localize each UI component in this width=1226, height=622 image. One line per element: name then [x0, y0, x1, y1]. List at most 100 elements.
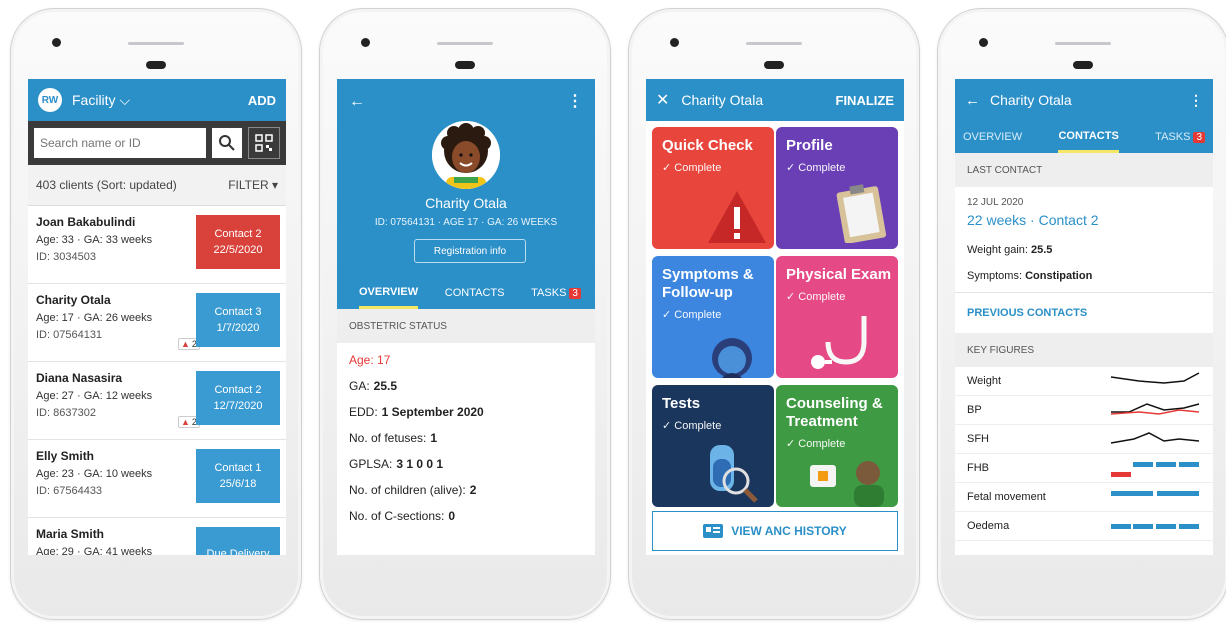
- tile-status: ✓ Complete: [662, 420, 722, 432]
- row-value: 2: [469, 483, 477, 497]
- speaker: [128, 42, 184, 45]
- figure-row-fetal-movement[interactable]: Fetal movement: [955, 483, 1213, 512]
- phone-frame-1: RW Facility ⌵ ADD 403 clients (Sort: upd…: [10, 8, 302, 620]
- row-value: 1 September 2020: [381, 405, 484, 419]
- client-row[interactable]: Diana Nasasira Age: 27 · GA: 12 weeks ID…: [28, 362, 286, 440]
- weight-label: Weight gain:: [967, 244, 1028, 256]
- row-label: GA:: [349, 379, 370, 393]
- profile-tile[interactable]: Profile ✓ Complete: [776, 127, 898, 249]
- counselor-icon: [810, 461, 884, 507]
- contact-label: Contact 3: [214, 306, 262, 318]
- tasks-badge: 3: [1193, 131, 1205, 143]
- row-value: 3 1 0 0 1: [396, 457, 444, 471]
- ga-row: GA: 25.5: [349, 373, 583, 399]
- sensor: [764, 61, 784, 69]
- search-button[interactable]: [212, 128, 242, 158]
- search-input[interactable]: [34, 128, 206, 158]
- registration-info-button[interactable]: Registration info: [414, 239, 526, 263]
- speaker: [746, 42, 802, 45]
- app-bar: ← Charity Otala ⋮ OVERVIEW CONTACTS TASK…: [955, 79, 1213, 153]
- patient-name: Charity Otala: [681, 92, 764, 108]
- qr-scan-button[interactable]: [248, 127, 280, 159]
- row-label: GPLSA:: [349, 457, 393, 471]
- quick-check-tile[interactable]: Quick Check ✓ Complete: [652, 127, 774, 249]
- facility-selector[interactable]: Facility ⌵: [72, 92, 248, 109]
- symptoms-followup-tile[interactable]: Symptoms & Follow-up ✓ Complete: [652, 256, 774, 378]
- view-anc-history-button[interactable]: VIEW ANC HISTORY: [652, 511, 898, 551]
- contacts-screen: ← Charity Otala ⋮ OVERVIEW CONTACTS TASK…: [955, 79, 1213, 555]
- figure-row-bp[interactable]: BP: [955, 396, 1213, 425]
- tile-title: Symptoms & Follow-up: [662, 266, 754, 301]
- tab-tasks-label: TASKS: [1155, 131, 1191, 143]
- phone-frame-2: ← ⋮ Charity Otala ID: 07564131 · AGE 17 …: [319, 8, 611, 620]
- figure-label: BP: [967, 404, 982, 416]
- age-row: Age: 17: [349, 353, 391, 367]
- counseling-treatment-tile[interactable]: Counseling & Treatment ✓ Complete: [776, 385, 898, 507]
- tile-status: ✓ Complete: [786, 291, 846, 303]
- tile-title: Quick Check: [662, 137, 753, 154]
- due-delivery-button[interactable]: Due Delivery: [196, 527, 280, 555]
- tab-contacts[interactable]: CONTACTS: [1058, 121, 1119, 153]
- figure-row-sfh[interactable]: SFH: [955, 425, 1213, 454]
- sensor: [455, 61, 475, 69]
- facility-label: Facility: [72, 91, 116, 108]
- contact-button[interactable]: Contact 2 12/7/2020: [196, 371, 280, 425]
- back-arrow-icon[interactable]: ←: [965, 92, 980, 109]
- obstetric-status-list: Age: 17 GA: 25.5 EDD: 1 September 2020 No.…: [337, 343, 595, 533]
- row-value: 0: [448, 509, 456, 523]
- children-row: No. of children (alive): 2: [349, 477, 583, 503]
- tab-tasks-label: TASKS: [531, 287, 567, 299]
- tab-tasks[interactable]: TASKS 3: [1155, 121, 1205, 153]
- figure-row-fhb[interactable]: FHB: [955, 454, 1213, 483]
- tab-overview[interactable]: OVERVIEW: [359, 277, 419, 309]
- contact-button[interactable]: Contact 2 22/5/2020: [196, 215, 280, 269]
- phone-frame-3: ✕ Charity Otala FINALIZE Quick Check ✓ Co…: [628, 8, 920, 620]
- back-arrow-icon[interactable]: ←: [349, 93, 365, 111]
- camera: [979, 38, 988, 47]
- fhb-bars: [1111, 462, 1199, 477]
- symptoms-value: Constipation: [1025, 270, 1093, 282]
- weight-sparkline: [1110, 372, 1200, 384]
- tab-overview[interactable]: OVERVIEW: [963, 121, 1022, 153]
- contact-button[interactable]: Contact 1 25/6/18: [196, 449, 280, 503]
- row-label: No. of C-sections:: [349, 509, 445, 523]
- figure-label: Fetal movement: [967, 491, 1046, 503]
- figure-row-oedema[interactable]: Oedema: [955, 512, 1213, 541]
- anc-label: VIEW ANC HISTORY: [731, 524, 847, 538]
- client-row[interactable]: Elly Smith Age: 23 · GA: 10 weeks ID: 67…: [28, 440, 286, 518]
- test-tube-icon: [710, 445, 758, 503]
- more-options-icon[interactable]: ⋮: [1189, 92, 1203, 109]
- add-button[interactable]: ADD: [248, 93, 276, 108]
- figure-row-weight[interactable]: Weight: [955, 367, 1213, 396]
- previous-contacts-link[interactable]: PREVIOUS CONTACTS: [955, 292, 1213, 333]
- client-row[interactable]: Joan Bakabulindi Age: 33 · GA: 33 weeks …: [28, 206, 286, 284]
- contact-button[interactable]: Contact 3 1/7/2020: [196, 293, 280, 347]
- close-icon[interactable]: ✕: [656, 90, 669, 110]
- id-card-icon: [703, 524, 724, 538]
- gplsa-row: GPLSA: 3 1 0 0 1: [349, 451, 583, 477]
- physical-exam-tile[interactable]: Physical Exam ✓ Complete: [776, 256, 898, 378]
- row-value: 1: [430, 431, 438, 445]
- tile-title: Physical Exam: [786, 266, 892, 283]
- avatar[interactable]: RW: [38, 88, 62, 112]
- symptoms-row: Symptoms: Constipation: [967, 270, 1201, 282]
- contact-date: 22/5/2020: [213, 244, 263, 256]
- contact-label: Contact 2: [214, 384, 262, 396]
- tile-status: ✓ Complete: [786, 162, 846, 174]
- sfh-sparkline: [1110, 432, 1200, 444]
- tab-tasks[interactable]: TASKS 3: [531, 277, 581, 309]
- tests-tile[interactable]: Tests ✓ Complete: [652, 385, 774, 507]
- filter-label: FILTER: [228, 178, 269, 192]
- tile-title: Counseling & Treatment: [786, 395, 883, 430]
- filter-button[interactable]: FILTER ▾: [228, 178, 278, 192]
- patient-name: Charity Otala: [425, 195, 507, 211]
- client-row[interactable]: Charity Otala Age: 17 · GA: 26 weeks ID:…: [28, 284, 286, 362]
- weight-value: 25.5: [1031, 244, 1053, 256]
- finalize-button[interactable]: FINALIZE: [836, 93, 895, 108]
- more-options-icon[interactable]: ⋮: [567, 91, 583, 111]
- client-row[interactable]: Maria Smith Age: 29 · GA: 41 weeks Due D…: [28, 518, 286, 555]
- contact-summary[interactable]: 22 weeks · Contact 2: [967, 212, 1201, 228]
- c-sections-row: No. of C-sections: 0: [349, 503, 583, 529]
- tab-contacts[interactable]: CONTACTS: [445, 277, 505, 309]
- sensor: [146, 61, 166, 69]
